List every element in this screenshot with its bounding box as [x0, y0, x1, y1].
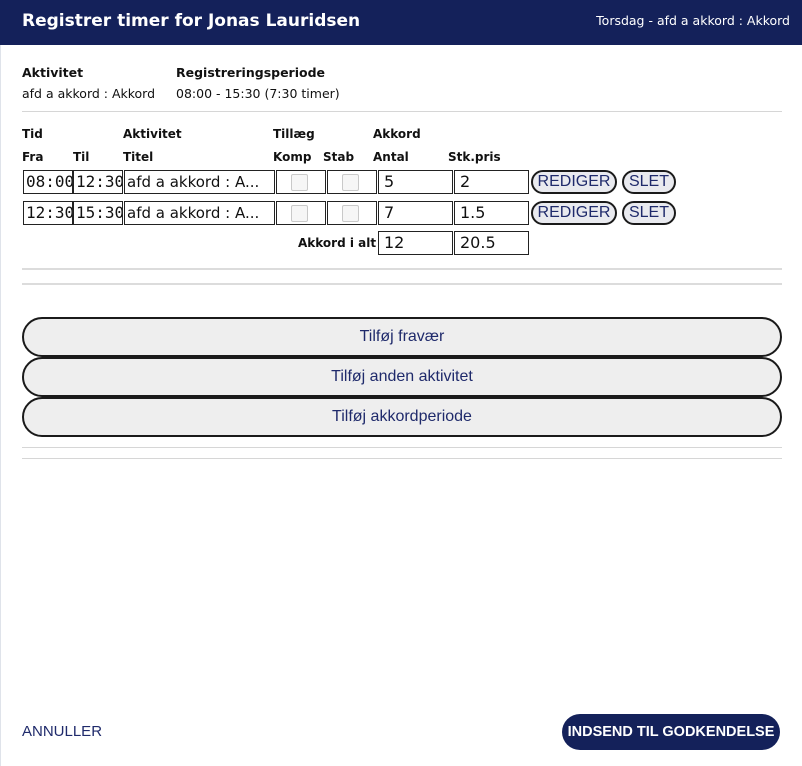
header-tillaeg: Tillæg — [273, 127, 315, 141]
column-til: Til — [73, 150, 90, 164]
row-2-stab-checkbox[interactable] — [342, 205, 359, 222]
row-2-stkpris-input[interactable]: 1.5 — [454, 201, 529, 225]
cancel-button[interactable]: ANNULLER — [22, 723, 102, 741]
row-1-stkpris-input[interactable]: 2 — [454, 170, 529, 194]
row-2-stab-cell — [327, 201, 377, 225]
column-stkpris: Stk.pris — [448, 150, 501, 164]
column-titel: Titel — [123, 150, 154, 164]
period-label: Registreringsperiode — [176, 65, 326, 80]
row-1-edit-button[interactable]: REDIGER — [531, 170, 617, 194]
header-aktivitet: Aktivitet — [123, 127, 182, 141]
period-value: 08:00 - 15:30 (7:30 timer) — [176, 86, 340, 101]
header-akkord: Akkord — [373, 127, 421, 141]
add-piecework-period-button[interactable]: Tilføj akkordperiode — [22, 397, 782, 437]
row-2-komp-cell — [276, 201, 326, 225]
column-fra: Fra — [22, 150, 44, 164]
total-stkpris: 20.5 — [454, 231, 529, 255]
row-2-titel[interactable]: afd a akkord : A... — [124, 201, 275, 225]
period-info: Registreringsperiode 08:00 - 15:30 (7:30… — [176, 65, 340, 102]
total-antal: 12 — [378, 231, 453, 255]
submit-for-approval-button[interactable]: INDSEND TIL GODKENDELSE — [562, 714, 780, 750]
divider — [22, 283, 782, 285]
total-label: Akkord i alt — [298, 236, 377, 250]
row-1-titel[interactable]: afd a akkord : A... — [124, 170, 275, 194]
left-edge-strip — [0, 45, 1, 766]
divider — [22, 268, 782, 270]
dialog-subtitle: Torsdag - afd a akkord : Akkord — [596, 13, 790, 28]
add-other-activity-button[interactable]: Tilføj anden aktivitet — [22, 357, 782, 397]
row-1-stab-checkbox[interactable] — [342, 174, 359, 191]
row-2-til[interactable]: 15:30 — [73, 201, 123, 225]
row-2-komp-checkbox[interactable] — [291, 205, 308, 222]
row-2-fra[interactable]: 12:30 — [23, 201, 73, 225]
row-1-fra[interactable]: 08:00 — [23, 170, 73, 194]
activity-info: Aktivitet afd a akkord : Akkord — [22, 65, 155, 102]
row-1-komp-cell — [276, 170, 326, 194]
column-komp: Komp — [273, 150, 312, 164]
add-absence-button[interactable]: Tilføj fravær — [22, 317, 782, 357]
divider — [22, 111, 782, 112]
row-1-stab-cell — [327, 170, 377, 194]
header-tid: Tid — [22, 127, 43, 141]
row-2-delete-button[interactable]: SLET — [622, 201, 676, 225]
divider — [22, 458, 782, 459]
row-1-antal-input[interactable]: 5 — [378, 170, 453, 194]
row-2-antal-input[interactable]: 7 — [378, 201, 453, 225]
column-stab: Stab — [323, 150, 355, 164]
column-antal: Antal — [373, 150, 409, 164]
row-1-til[interactable]: 12:30 — [73, 170, 123, 194]
dialog-title: Registrer timer for Jonas Lauridsen — [22, 11, 361, 31]
row-1-delete-button[interactable]: SLET — [622, 170, 676, 194]
row-2-edit-button[interactable]: REDIGER — [531, 201, 617, 225]
divider — [22, 447, 782, 448]
row-1-komp-checkbox[interactable] — [291, 174, 308, 191]
activity-label: Aktivitet — [22, 65, 84, 80]
dialog-header: Registrer timer for Jonas Lauridsen Tors… — [0, 0, 802, 45]
activity-value: afd a akkord : Akkord — [22, 86, 156, 101]
